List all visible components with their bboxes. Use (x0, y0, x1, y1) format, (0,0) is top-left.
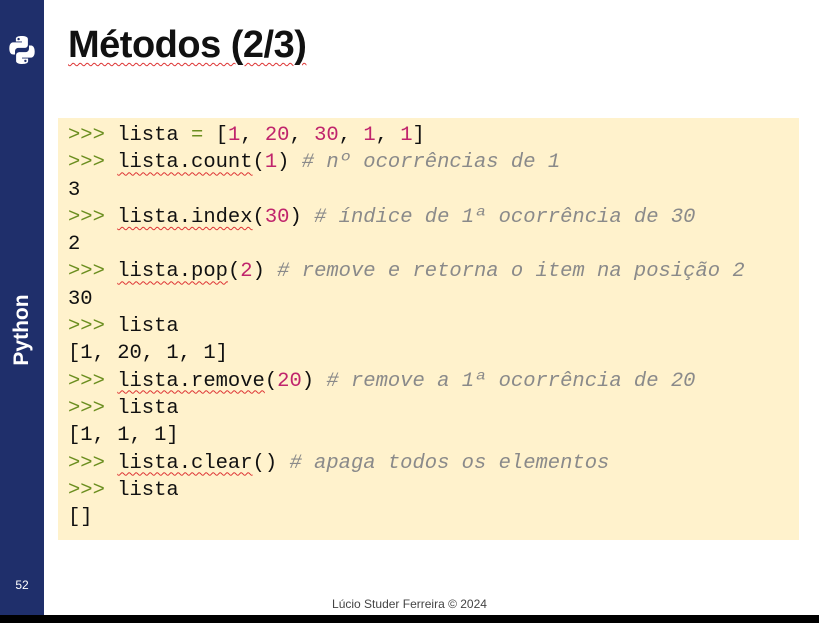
code-token: [ (203, 124, 228, 147)
code-prompt: >>> (68, 478, 105, 502)
code-prompt: >>> (68, 369, 105, 393)
code-token: ( (264, 369, 278, 393)
code-token: , (289, 124, 315, 147)
code-token: 30 (68, 287, 93, 311)
code-prompt: >>> (68, 124, 105, 147)
code-token: 30 (264, 205, 290, 229)
code-prompt: >>> (68, 260, 105, 284)
code-token: 20 (277, 369, 302, 393)
code-token: 20 (264, 124, 290, 147)
sidebar: Python 52 (0, 0, 44, 615)
code-token: ) (301, 369, 327, 393)
slide: Python 52 Métodos (2/3) >>> lista = [1, … (0, 0, 819, 615)
code-prompt: >>> (68, 151, 105, 175)
code-output-line: 3 (68, 177, 745, 204)
code-token: 1 (227, 124, 241, 147)
code-prompt: >>> (68, 315, 105, 339)
code-input-line: >>> lista = [1, 20, 30, 1, 1] (68, 122, 745, 149)
code-token: 1 (400, 124, 413, 147)
code-input-line: >>> lista.index(30) # índice de 1ª ocorr… (68, 204, 745, 231)
code-token: lista.index (117, 205, 253, 229)
code-token: 1 (264, 151, 278, 175)
code-prompt: >>> (68, 396, 105, 420)
code-comment: # remove a 1ª ocorrência de 20 (326, 369, 696, 393)
code-token: 2 (240, 260, 253, 284)
code-input-line: >>> lista.clear() # apaga todos os eleme… (68, 450, 745, 477)
code-input-line: >>> lista.remove(20) # remove a 1ª ocorr… (68, 368, 745, 395)
code-token: [1, 20, 1, 1] (68, 342, 228, 366)
code-output-line: [] (68, 504, 745, 531)
code-prompt: >>> (68, 451, 105, 475)
code-token: lista (104, 396, 179, 420)
code-prompt: >>> (68, 205, 105, 229)
code-token: , (375, 124, 401, 147)
code-token: lista (104, 478, 179, 502)
code-token: () (252, 451, 290, 475)
code-token: , (240, 124, 265, 147)
footer: Lúcio Studer Ferreira © 2024 (332, 597, 487, 611)
python-logo-icon (9, 36, 35, 64)
code-token: ( (252, 205, 265, 229)
code-token: ( (252, 151, 265, 175)
code-input-line: >>> lista (68, 395, 745, 422)
code-block: >>> lista = [1, 20, 30, 1, 1] >>> lista.c… (68, 122, 745, 531)
code-input-line: >>> lista.count(1) # nº ocorrências de 1 (68, 149, 745, 176)
code-output-line: 2 (68, 231, 745, 258)
code-input-line: >>> lista (68, 477, 745, 504)
code-token: ) (252, 260, 278, 284)
code-token: ) (277, 151, 302, 175)
code-token: lista (104, 315, 179, 339)
slide-title: Métodos (2/3) (68, 24, 307, 67)
code-input-line: >>> lista.pop(2) # remove e retorna o it… (68, 258, 745, 285)
code-comment: # apaga todos os elementos (289, 451, 610, 475)
code-output-line: [1, 20, 1, 1] (68, 340, 745, 367)
slide-title-text: Métodos (2/3) (68, 24, 307, 66)
code-token: 1 (363, 124, 376, 147)
code-token: [] (68, 506, 93, 530)
code-token: lista.pop (117, 260, 228, 284)
code-token: lista.clear (117, 451, 253, 475)
code-token: , (338, 124, 364, 147)
code-input-line: >>> lista (68, 313, 745, 340)
code-token: [1, 1, 1] (68, 424, 179, 448)
code-comment: # nº ocorrências de 1 (301, 151, 561, 175)
code-output-line: [1, 1, 1] (68, 422, 745, 449)
code-token: 30 (314, 124, 339, 147)
code-output-line: 30 (68, 286, 745, 313)
code-token: = (191, 124, 204, 147)
code-token: 3 (68, 178, 81, 202)
sidebar-label: Python (10, 294, 33, 366)
code-token: lista (104, 124, 192, 147)
code-token: 2 (68, 233, 81, 257)
code-token: ] (412, 124, 425, 147)
code-token: lista.remove (117, 369, 265, 393)
code-token: ) (289, 205, 315, 229)
code-token: lista.count (117, 151, 253, 175)
code-comment: # remove e retorna o item na posição 2 (277, 260, 745, 284)
page-number: 52 (15, 578, 29, 592)
code-comment: # índice de 1ª ocorrência de 30 (314, 205, 696, 229)
code-token: ( (227, 260, 241, 284)
